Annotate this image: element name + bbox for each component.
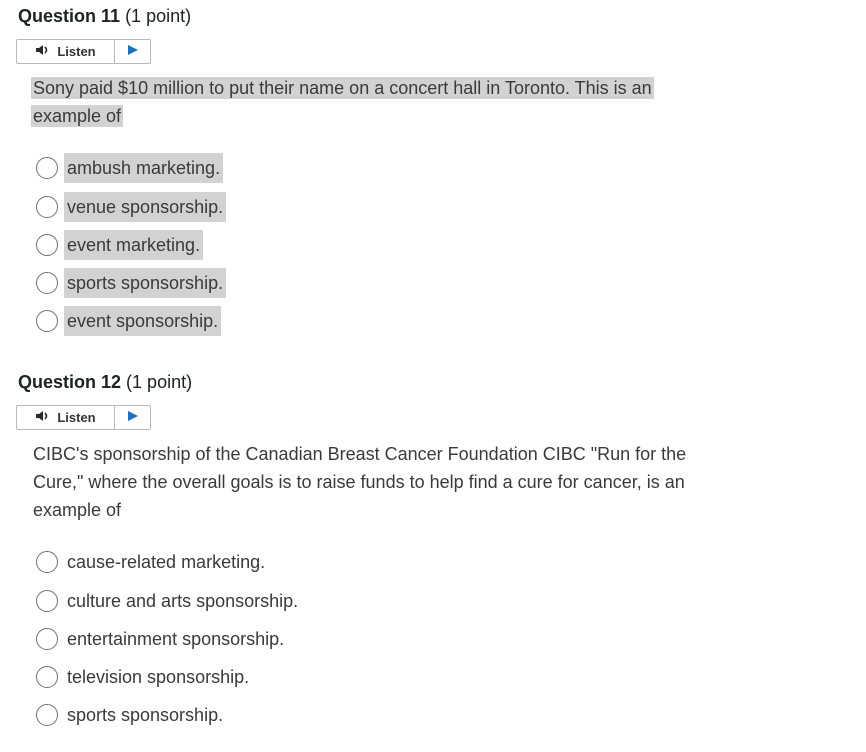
option-label[interactable]: ambush marketing. [64,153,224,183]
listen-button[interactable]: Listen [17,40,115,63]
question-number: Question 11 [18,6,121,26]
radio-button[interactable] [36,272,58,294]
radio-button[interactable] [36,551,58,573]
question-stem: Sony paid $10 million to put their name … [31,74,713,130]
radio-button[interactable] [36,704,58,726]
radio-button[interactable] [36,157,58,179]
option-label[interactable]: sports sponsorship. [64,268,227,298]
listen-label: Listen [57,410,96,425]
question-stem: CIBC's sponsorship of the Canadian Breas… [33,440,713,524]
question-points: (1 point) [126,372,193,392]
question-number: Question 12 [18,372,122,392]
option-label[interactable]: culture and arts sponsorship. [64,586,301,616]
stem-line: CIBC's sponsorship of the Canadian Breas… [33,444,687,464]
radio-button[interactable] [36,590,58,612]
answer-option[interactable]: entertainment sponsorship. [36,624,287,654]
option-label[interactable]: sports sponsorship. [64,700,226,730]
listen-control: Listen [16,405,151,430]
listen-button[interactable]: Listen [17,406,115,429]
stem-line: example of [33,500,122,520]
play-button[interactable] [115,40,150,63]
answer-option[interactable]: culture and arts sponsorship. [36,586,301,616]
option-label[interactable]: event marketing. [64,230,204,260]
radio-button[interactable] [36,666,58,688]
option-label[interactable]: venue sponsorship. [64,192,227,222]
stem-line: Sony paid $10 million to put their name … [31,77,654,99]
answer-option[interactable]: cause-related marketing. [36,547,268,577]
answer-option[interactable]: event sponsorship. [36,306,222,336]
answer-option[interactable]: sports sponsorship. [36,268,227,298]
play-button[interactable] [115,406,150,429]
radio-button[interactable] [36,628,58,650]
radio-button[interactable] [36,310,58,332]
radio-button[interactable] [36,196,58,218]
answer-option[interactable]: event marketing. [36,230,204,260]
speaker-icon [35,44,53,59]
answer-option[interactable]: sports sponsorship. [36,700,226,730]
option-label[interactable]: event sponsorship. [64,306,222,336]
option-label[interactable]: entertainment sponsorship. [64,624,287,654]
answer-option[interactable]: venue sponsorship. [36,192,227,222]
question-points: (1 point) [125,6,192,26]
listen-label: Listen [57,44,96,59]
stem-line: example of [31,105,124,127]
play-icon [127,43,139,61]
option-label[interactable]: cause-related marketing. [64,547,268,577]
play-icon [127,409,139,427]
option-label[interactable]: television sponsorship. [64,662,252,692]
answer-option[interactable]: television sponsorship. [36,662,252,692]
stem-line: Cure," where the overall goals is to rai… [33,472,685,492]
radio-button[interactable] [36,234,58,256]
answer-option[interactable]: ambush marketing. [36,153,224,183]
listen-control: Listen [16,39,151,64]
question-title: Question 11 (1 point) [18,6,191,27]
question-title: Question 12 (1 point) [18,372,192,393]
speaker-icon [35,410,53,425]
